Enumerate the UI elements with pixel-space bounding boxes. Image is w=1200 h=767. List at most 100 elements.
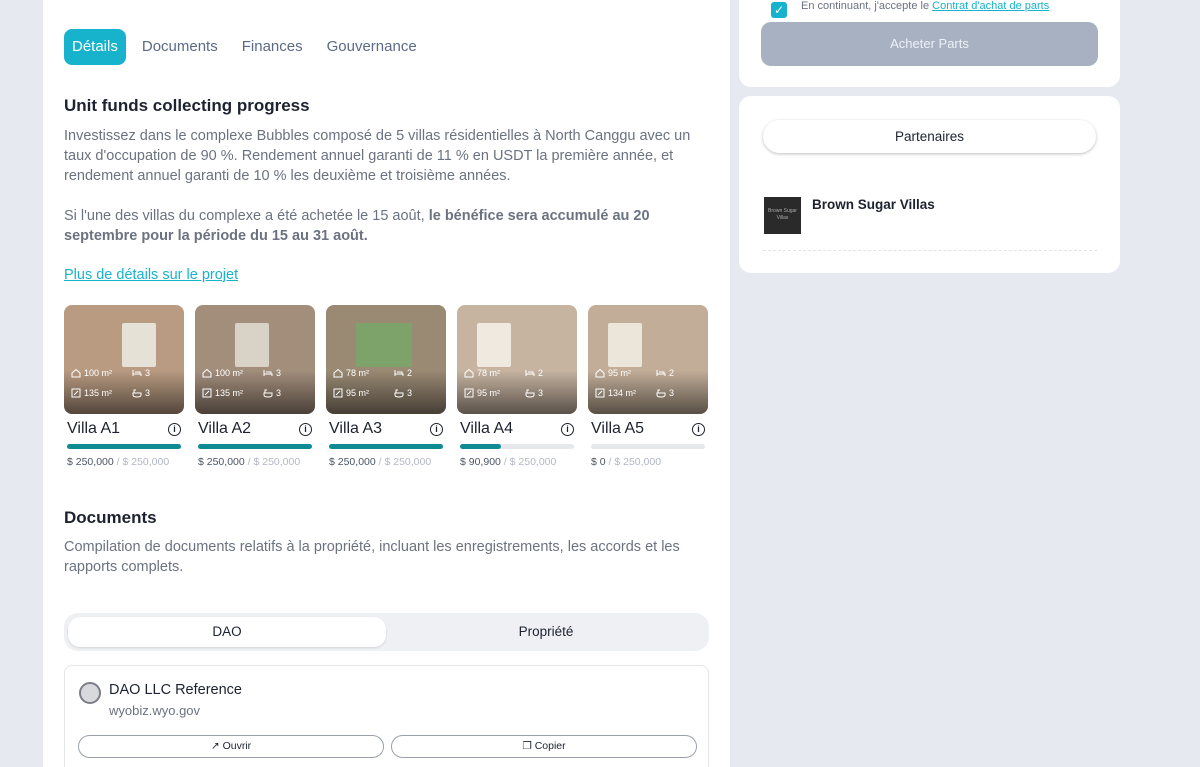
- villa-header: Villa A1 i: [64, 420, 184, 438]
- funding-amount: $ 250,000 / $ 250,000: [195, 456, 315, 468]
- villa-area: 78 m²: [477, 368, 501, 378]
- house-icon: [464, 368, 474, 378]
- copy-button[interactable]: ❐ Copier: [391, 735, 697, 758]
- villa-card[interactable]: 95 m² 2 134 m² 3 Villa A5 i $ 0 / $ 250,0…: [588, 305, 708, 468]
- villa-card[interactable]: 100 m² 3 135 m² 3 Villa A2 i $ 250,000 / …: [195, 305, 315, 468]
- villa-plot: 95 m²: [346, 388, 370, 398]
- plot-stat: 135 m²: [202, 388, 243, 398]
- villa-photo: 100 m² 3 135 m² 3: [64, 305, 184, 414]
- segment-dao[interactable]: DAO: [68, 617, 386, 647]
- document-title: DAO LLC Reference: [109, 682, 242, 698]
- info-icon[interactable]: i: [299, 422, 312, 436]
- plot-icon: [202, 388, 212, 398]
- villa-baths: 3: [276, 388, 282, 398]
- project-details-link[interactable]: Plus de détails sur le projet: [64, 267, 238, 283]
- partners-tab[interactable]: Partenaires: [763, 120, 1096, 153]
- beds-stat: 2: [656, 368, 674, 378]
- villa-area: 100 m²: [215, 368, 244, 378]
- house-icon: [595, 368, 605, 378]
- villa-card[interactable]: 78 m² 2 95 m² 3 Villa A4 i $ 90,900 / $ 2…: [457, 305, 577, 468]
- tab-details[interactable]: Détails: [64, 29, 126, 65]
- info-icon[interactable]: i: [692, 422, 705, 436]
- villa-header: Villa A5 i: [588, 420, 708, 438]
- villa-beds: 3: [276, 368, 282, 378]
- beds-stat: 2: [394, 368, 412, 378]
- area-stat: 100 m²: [71, 368, 112, 378]
- progress-title: Unit funds collecting progress: [64, 96, 310, 115]
- document-type-switch: DAO Propriété: [64, 613, 709, 651]
- bed-icon: [263, 370, 273, 376]
- funding-progress-bar: [198, 444, 312, 449]
- bed-icon: [394, 370, 404, 376]
- tab-bar: Détails Documents Finances Gouvernance: [64, 29, 433, 65]
- accept-checkbox[interactable]: ✓: [771, 2, 787, 18]
- raised-amount: $ 250,000: [198, 456, 245, 468]
- plot-stat: 95 m²: [464, 388, 500, 398]
- raised-amount: $ 0: [591, 456, 606, 468]
- villa-card[interactable]: 100 m² 3 135 m² 3 Villa A1 i $ 250,000 / …: [64, 305, 184, 468]
- baths-stat: 3: [656, 388, 674, 398]
- project-description: Investissez dans le complexe Bubbles com…: [64, 128, 691, 184]
- partners-panel: Partenaires Brown Sugar Villas Brown Sug…: [739, 96, 1120, 273]
- villa-beds: 3: [145, 368, 151, 378]
- funding-progress-fill: [67, 444, 181, 449]
- target-amount: / $ 250,000: [247, 456, 301, 468]
- plot-icon: [71, 388, 81, 398]
- funding-progress-fill: [329, 444, 443, 449]
- area-stat: 95 m²: [595, 368, 631, 378]
- purchase-panel: ✓ En continuant, j'accepte le Contrat d'…: [739, 0, 1120, 87]
- tab-finances[interactable]: Finances: [234, 29, 311, 65]
- bath-icon: [394, 389, 404, 398]
- villa-header: Villa A4 i: [457, 420, 577, 438]
- tab-documents[interactable]: Documents: [134, 29, 226, 65]
- photo-window: [608, 323, 642, 367]
- beds-stat: 3: [132, 368, 150, 378]
- copy-icon: ❐: [522, 740, 532, 752]
- info-icon[interactable]: i: [168, 422, 181, 436]
- villa-baths: 3: [538, 388, 544, 398]
- villa-beds: 2: [669, 368, 675, 378]
- baths-stat: 3: [394, 388, 412, 398]
- tab-governance[interactable]: Gouvernance: [319, 29, 425, 65]
- bath-icon: [656, 389, 666, 398]
- target-amount: / $ 250,000: [378, 456, 432, 468]
- funding-amount: $ 250,000 / $ 250,000: [64, 456, 184, 468]
- villa-beds: 2: [538, 368, 544, 378]
- partner-logo: Brown Sugar Villas: [764, 197, 801, 234]
- document-source: wyobiz.wyo.gov: [109, 703, 201, 718]
- house-icon: [202, 368, 212, 378]
- bed-icon: [656, 370, 666, 376]
- area-stat: 78 m²: [333, 368, 369, 378]
- segment-property[interactable]: Propriété: [387, 617, 705, 647]
- external-link-icon: ↗: [210, 740, 220, 752]
- funding-amount: $ 250,000 / $ 250,000: [326, 456, 446, 468]
- funding-progress-bar: [67, 444, 181, 449]
- villa-card[interactable]: 78 m² 2 95 m² 3 Villa A3 i $ 250,000 / $ …: [326, 305, 446, 468]
- contract-link[interactable]: Contrat d'achat de parts: [932, 0, 1049, 12]
- buy-shares-button[interactable]: Acheter Parts: [761, 22, 1098, 66]
- villa-plot: 135 m²: [84, 388, 113, 398]
- open-button[interactable]: ↗ Ouvrir: [78, 735, 384, 758]
- bed-icon: [132, 370, 142, 376]
- villa-area: 100 m²: [84, 368, 113, 378]
- partner-name[interactable]: Brown Sugar Villas: [812, 197, 935, 212]
- documents-title: Documents: [64, 508, 157, 527]
- target-amount: / $ 250,000: [608, 456, 662, 468]
- open-button-label: Ouvrir: [222, 740, 252, 752]
- villa-baths: 3: [407, 388, 413, 398]
- plot-icon: [333, 388, 343, 398]
- villa-name: Villa A4: [460, 420, 514, 437]
- wyoming-seal-icon: [79, 682, 101, 704]
- main-panel: Détails Documents Finances Gouvernance U…: [43, 0, 730, 767]
- baths-stat: 3: [263, 388, 281, 398]
- house-icon: [333, 368, 343, 378]
- raised-amount: $ 250,000: [67, 456, 114, 468]
- funding-progress-bar: [591, 444, 705, 449]
- profit-note: Si l'une des villas du complexe a été ac…: [64, 206, 709, 246]
- villa-name: Villa A1: [67, 420, 121, 437]
- villa-name: Villa A2: [198, 420, 252, 437]
- baths-stat: 3: [525, 388, 543, 398]
- info-icon[interactable]: i: [561, 422, 574, 436]
- info-icon[interactable]: i: [430, 422, 443, 436]
- house-icon: [71, 368, 81, 378]
